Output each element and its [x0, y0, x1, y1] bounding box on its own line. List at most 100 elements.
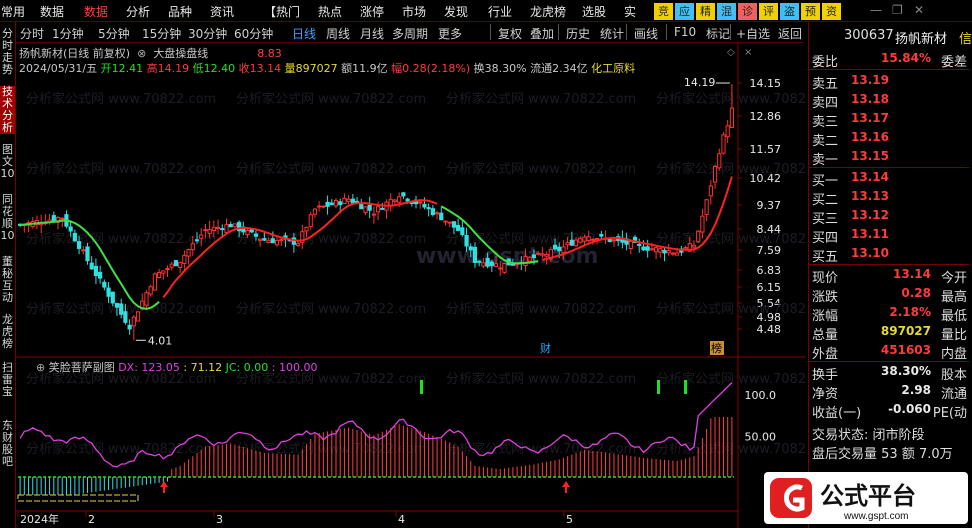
- candle[interactable]: [725, 120, 730, 143]
- gspt-logo[interactable]: 公式平台 www.gspt.com: [764, 472, 968, 524]
- sell-level-row[interactable]: 卖五 13.19: [809, 71, 969, 92]
- candle[interactable]: [721, 132, 726, 155]
- toolbar-button[interactable]: 复权: [498, 25, 522, 42]
- candle[interactable]: [81, 246, 86, 255]
- candle[interactable]: [325, 195, 330, 215]
- period-tab[interactable]: 分时: [20, 25, 44, 42]
- pane-expand-icon[interactable]: ◇: [727, 47, 735, 58]
- toolbar-button[interactable]: 画线: [634, 25, 658, 42]
- top-menu-item[interactable]: 【热门: [264, 3, 300, 20]
- candle[interactable]: [443, 220, 448, 226]
- candle[interactable]: [401, 191, 406, 200]
- candle[interactable]: [93, 258, 99, 284]
- quick-button[interactable]: 预: [801, 3, 820, 20]
- buy-level-row[interactable]: 买一 13.14: [809, 168, 969, 189]
- period-tab[interactable]: 30分钟: [188, 25, 227, 42]
- sub-indicator-name[interactable]: 笑脸菩萨副图: [49, 361, 115, 374]
- candle[interactable]: [489, 259, 494, 273]
- collapse-icon[interactable]: ⊗: [134, 47, 150, 60]
- quick-button[interactable]: 混: [717, 3, 736, 20]
- candle[interactable]: [89, 256, 94, 271]
- candle[interactable]: [152, 272, 157, 291]
- candle[interactable]: [329, 199, 334, 206]
- toolbar-button[interactable]: 叠加: [530, 25, 554, 42]
- sidebar-tab[interactable]: 技术分析: [0, 86, 15, 134]
- period-tab[interactable]: 月线: [360, 25, 384, 42]
- quick-button[interactable]: 精: [696, 3, 715, 20]
- period-tab[interactable]: 多周期: [392, 25, 428, 42]
- kline-chart[interactable]: ◇ ×14.1512.8611.5710.429.378.447.596.836.…: [16, 43, 806, 528]
- period-tab[interactable]: 5分钟: [98, 25, 130, 42]
- dragon-tiger-marker[interactable]: 榜: [711, 341, 722, 355]
- top-menu-item[interactable]: 涨停: [360, 3, 384, 20]
- top-menu-item[interactable]: 发现: [444, 3, 468, 20]
- top-menu-item[interactable]: 数据: [84, 3, 108, 20]
- candle[interactable]: [346, 194, 351, 205]
- candle[interactable]: [161, 270, 166, 280]
- sell-level-row[interactable]: 卖四 13.18: [809, 90, 969, 111]
- candle[interactable]: [637, 238, 642, 253]
- period-tab[interactable]: 日线: [292, 25, 316, 42]
- candle[interactable]: [704, 198, 709, 222]
- candle[interactable]: [384, 199, 389, 219]
- candle[interactable]: [367, 196, 372, 219]
- candle[interactable]: [321, 205, 326, 209]
- candle[interactable]: [342, 193, 347, 205]
- candle[interactable]: [148, 284, 153, 297]
- candle[interactable]: [662, 246, 667, 262]
- top-menu-item[interactable]: 数据: [40, 3, 64, 20]
- candle[interactable]: [156, 268, 162, 279]
- candle[interactable]: [439, 206, 444, 221]
- quick-button[interactable]: 资: [822, 3, 841, 20]
- candle[interactable]: [447, 221, 452, 228]
- candle[interactable]: [658, 246, 663, 258]
- quote-stat-row[interactable]: 总量 897027 量比: [809, 322, 969, 343]
- minimize-icon[interactable]: —: [870, 3, 882, 17]
- buy-level-row[interactable]: 买二 13.13: [809, 187, 969, 208]
- candle[interactable]: [628, 240, 633, 255]
- candle[interactable]: [178, 261, 183, 273]
- candle[interactable]: [135, 311, 141, 322]
- candle[interactable]: [708, 180, 713, 205]
- period-tab[interactable]: 15分钟: [142, 25, 181, 42]
- buy-level-row[interactable]: 买五 13.10: [809, 244, 969, 265]
- candle[interactable]: [26, 220, 31, 233]
- candle[interactable]: [502, 263, 507, 274]
- buy-level-row[interactable]: 买四 13.11: [809, 225, 969, 246]
- candle[interactable]: [224, 218, 229, 234]
- candle[interactable]: [670, 251, 676, 256]
- stock-header[interactable]: 300637 扬帆新材信: [809, 26, 972, 47]
- toolbar-button[interactable]: 返回: [778, 25, 802, 42]
- period-tab[interactable]: 周线: [326, 25, 350, 42]
- sell-level-row[interactable]: 卖二 13.16: [809, 128, 969, 149]
- candle[interactable]: [169, 261, 174, 271]
- candle[interactable]: [228, 221, 233, 228]
- candle[interactable]: [653, 246, 659, 260]
- toolbar-button[interactable]: 统计: [600, 25, 624, 42]
- candle[interactable]: [641, 240, 646, 251]
- top-menu-item[interactable]: 龙虎榜: [530, 3, 566, 20]
- candle[interactable]: [434, 210, 440, 220]
- finance-marker[interactable]: 财: [540, 341, 551, 355]
- sidebar-tab[interactable]: 图文10: [0, 144, 15, 180]
- top-menu-item[interactable]: 市场: [402, 3, 426, 20]
- quote-stat-row[interactable]: 净资 2.98 流通: [809, 381, 969, 402]
- candle[interactable]: [388, 193, 393, 212]
- candle[interactable]: [215, 219, 221, 235]
- candle[interactable]: [426, 203, 431, 217]
- candle[interactable]: [696, 229, 701, 244]
- candle[interactable]: [712, 164, 718, 189]
- sidebar-tab[interactable]: 分时走势: [0, 28, 15, 76]
- quote-stat-row[interactable]: 涨跌 0.28 最高: [809, 284, 969, 305]
- sidebar-tab[interactable]: 董秘互动: [0, 256, 15, 304]
- top-menu-item[interactable]: 热点: [318, 3, 342, 20]
- indicator-name[interactable]: 大盘操盘线: [153, 47, 208, 60]
- top-menu-item[interactable]: 常用: [1, 3, 25, 20]
- top-menu-item[interactable]: 选股: [582, 3, 606, 20]
- toolbar-button[interactable]: +自选: [736, 25, 770, 42]
- quick-button[interactable]: 评: [759, 3, 778, 20]
- toolbar-button[interactable]: 标记: [706, 25, 730, 42]
- sell-level-row[interactable]: 卖一 13.15: [809, 147, 969, 168]
- top-menu-item[interactable]: 行业: [488, 3, 512, 20]
- close-icon[interactable]: ✕: [914, 3, 924, 17]
